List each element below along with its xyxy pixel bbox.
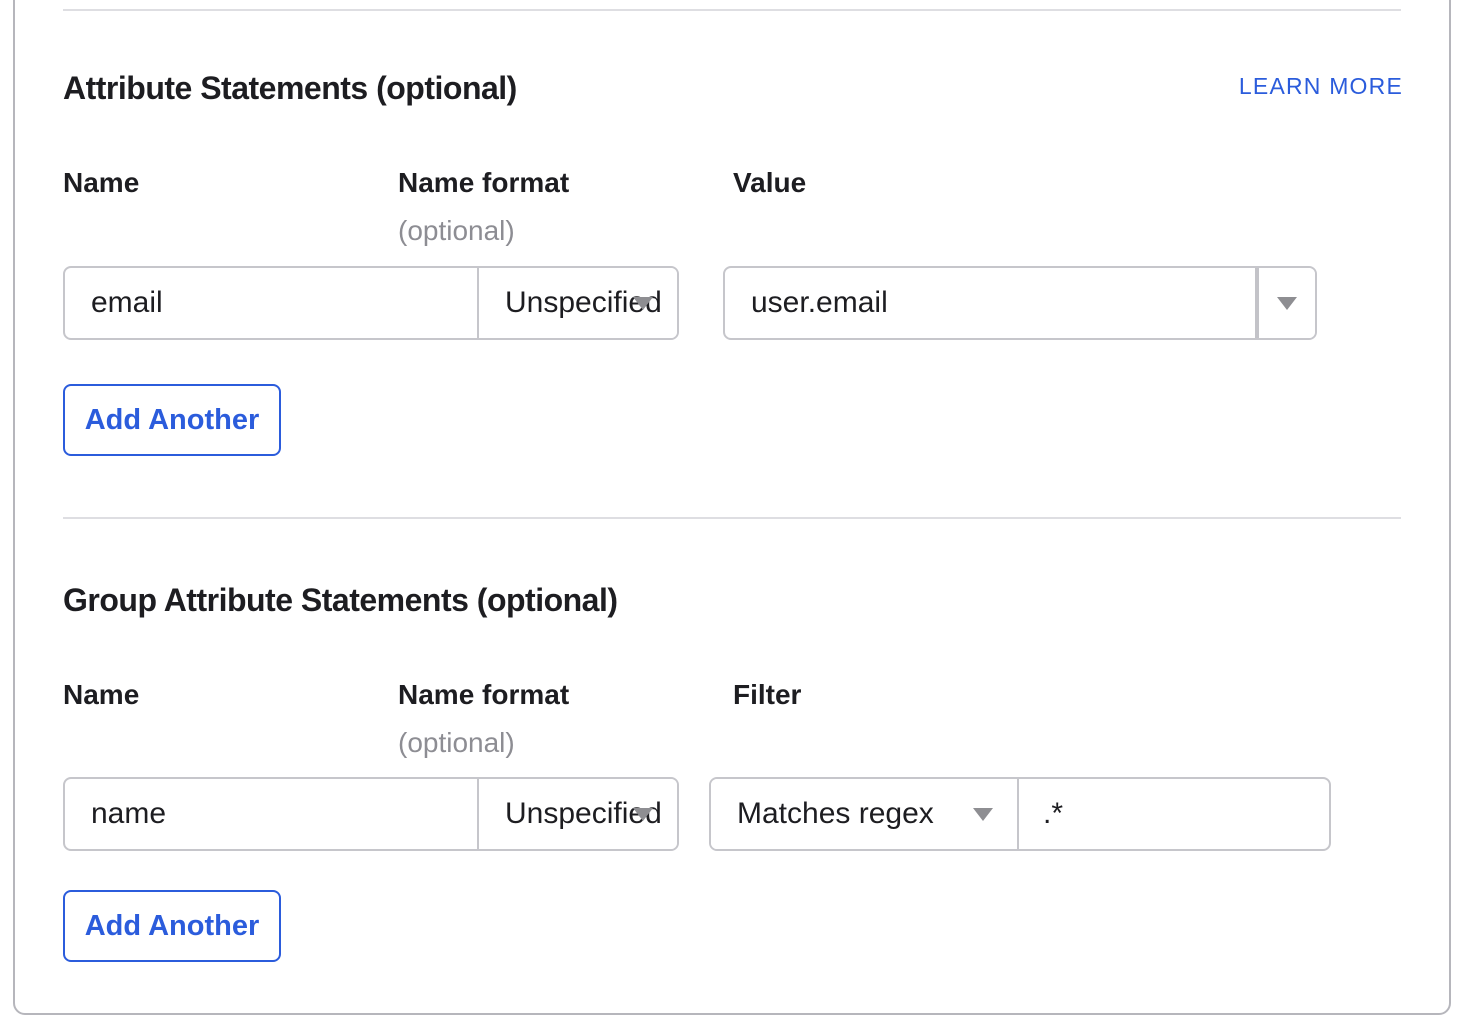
attr-value-field-group	[723, 266, 1317, 340]
group-name-input[interactable]	[65, 779, 477, 849]
group-col-format-optional-label: (optional)	[398, 727, 515, 759]
attr-col-format-optional-label: (optional)	[398, 215, 515, 247]
attr-value-input[interactable]	[725, 268, 1255, 338]
chevron-down-icon	[973, 808, 993, 821]
group-filter-type-select-value: Matches regex	[737, 797, 934, 831]
chevron-down-icon	[633, 808, 653, 821]
attr-col-name-label: Name	[63, 167, 139, 199]
group-add-another-button[interactable]: Add Another	[63, 890, 281, 962]
learn-more-link[interactable]: LEARN MORE	[1239, 73, 1403, 100]
group-filter-value-input[interactable]	[1019, 779, 1329, 849]
attr-name-format-field-group: Unspecified	[63, 266, 679, 340]
attr-value-dropdown-button[interactable]	[1259, 268, 1315, 338]
group-attribute-statements-title: Group Attribute Statements (optional)	[63, 582, 618, 619]
section-divider-middle	[63, 517, 1401, 519]
attr-name-format-select[interactable]: Unspecified	[479, 268, 677, 338]
settings-card	[13, 0, 1451, 1015]
chevron-down-icon	[1277, 297, 1297, 310]
attr-col-value-label: Value	[733, 167, 806, 199]
group-filter-type-select[interactable]: Matches regex	[711, 779, 1017, 849]
group-name-format-field-group: Unspecified	[63, 777, 679, 851]
attribute-statements-title: Attribute Statements (optional)	[63, 70, 517, 107]
attr-add-another-button[interactable]: Add Another	[63, 384, 281, 456]
group-col-format-label: Name format	[398, 679, 569, 711]
chevron-down-icon	[633, 297, 653, 310]
group-col-name-label: Name	[63, 679, 139, 711]
group-col-filter-label: Filter	[733, 679, 801, 711]
section-divider-top	[63, 9, 1401, 11]
attr-name-input[interactable]	[65, 268, 477, 338]
attr-col-format-label: Name format	[398, 167, 569, 199]
group-name-format-select[interactable]: Unspecified	[479, 779, 677, 849]
group-filter-field-group: Matches regex	[709, 777, 1331, 851]
